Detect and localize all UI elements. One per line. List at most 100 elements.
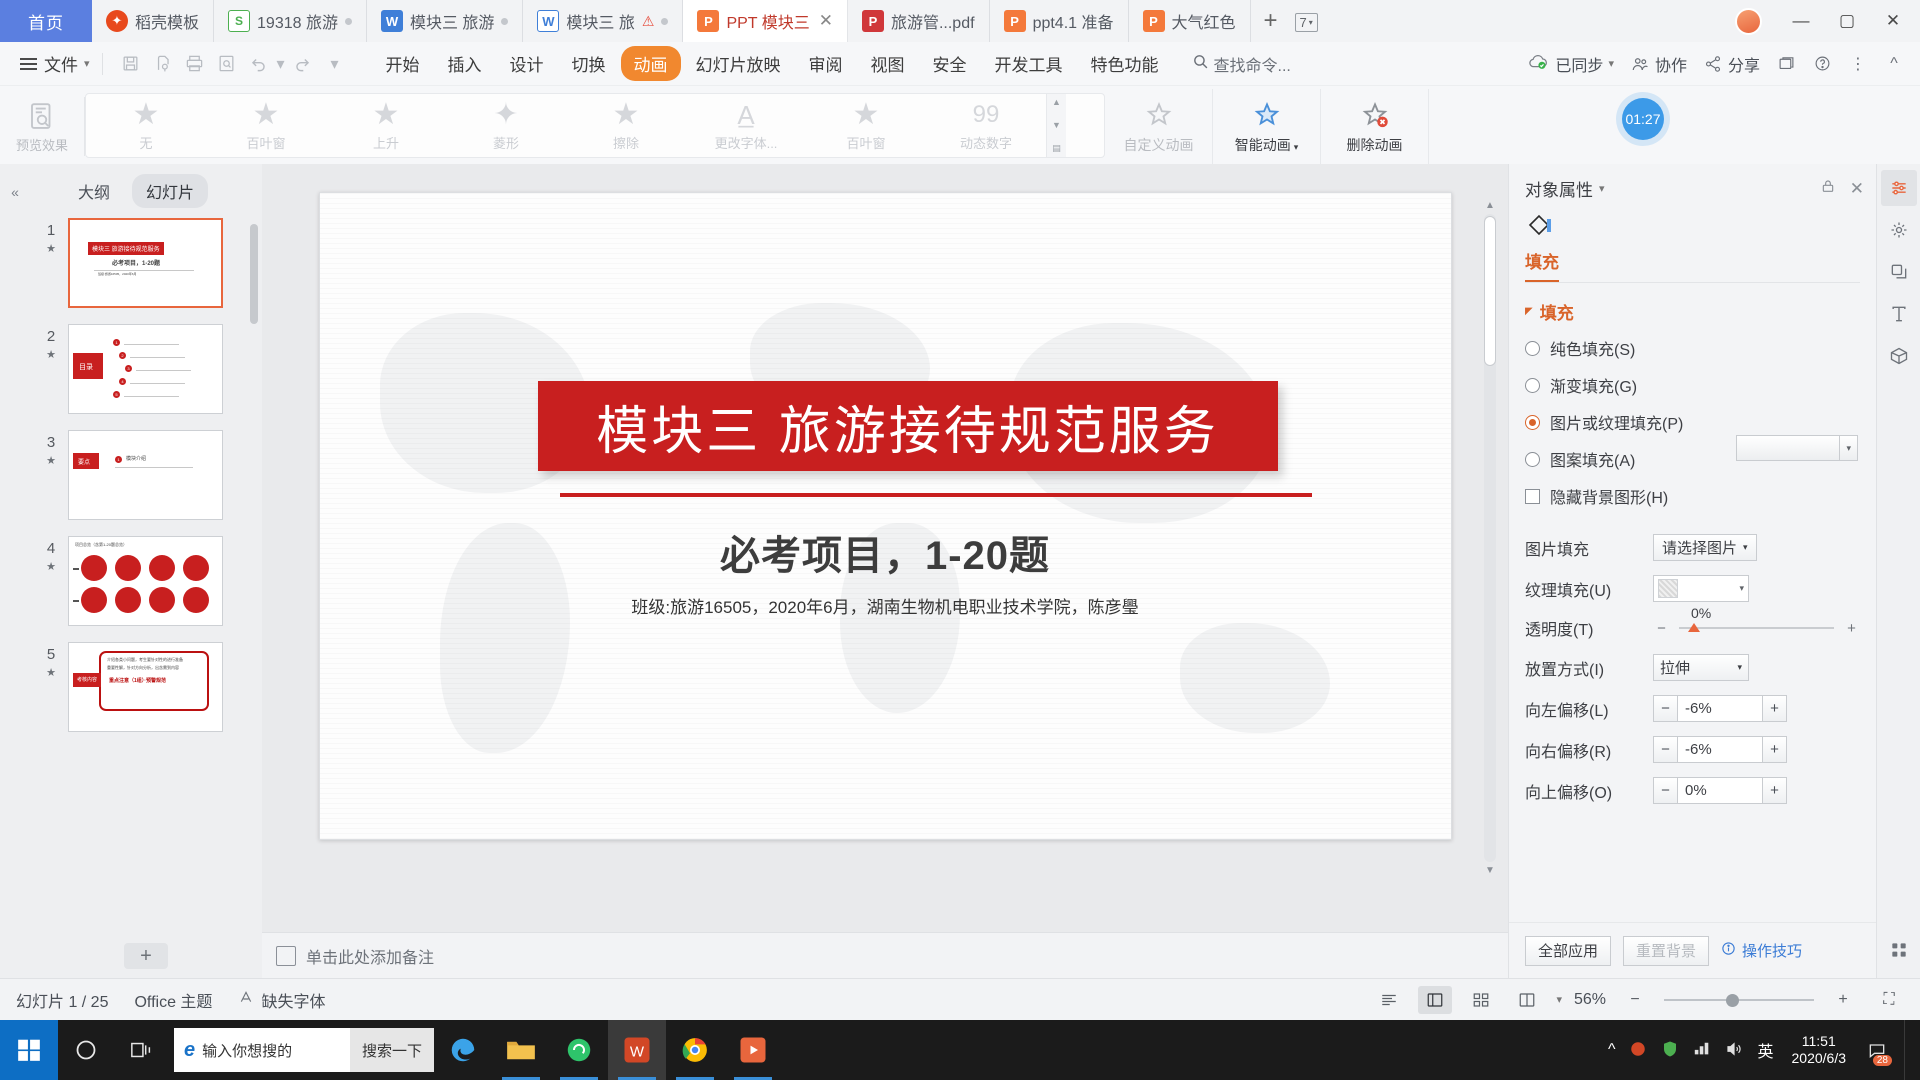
increase-icon[interactable]: + [1843, 620, 1860, 637]
slide-thumbnail-2[interactable]: 目录 1 2 3 4 5 [68, 324, 223, 414]
find-command-button[interactable]: 查找命令... [1192, 52, 1291, 76]
help-icon[interactable] [1812, 54, 1832, 74]
slide-thumbnail-1[interactable]: 模块三 旅游接待规范服务 必考项目，1-20题 班级:旅游16505，2020年… [68, 218, 223, 308]
avatar[interactable] [1735, 7, 1762, 35]
gallery-more-icon[interactable]: ▤ [1052, 143, 1061, 154]
scroll-down-icon[interactable]: ▼ [1485, 865, 1495, 876]
scroll-down-icon[interactable]: ▼ [1052, 120, 1061, 130]
slide-canvas-area[interactable]: 模块三 旅游接待规范服务 必考项目，1-20题 班级:旅游16505，2020年… [262, 164, 1508, 932]
collapse-ribbon-icon[interactable]: ^ [1884, 54, 1904, 74]
notes-view-icon[interactable] [1510, 986, 1544, 1014]
slider-knob[interactable] [1726, 993, 1739, 1007]
menu-hamburger-icon[interactable] [20, 57, 37, 70]
shapes-3d-icon[interactable] [1881, 338, 1917, 374]
option-gradient-fill[interactable]: 渐变填充(G) [1525, 373, 1860, 397]
file-menu-button[interactable]: 文件 ▾ [44, 51, 90, 76]
new-tab-button[interactable]: + [1251, 0, 1291, 42]
lock-icon[interactable] [1820, 178, 1836, 199]
taskbar-wps-icon[interactable]: W [608, 1020, 666, 1080]
tray-network-icon[interactable] [1693, 1041, 1711, 1060]
grid-apps-icon[interactable] [1881, 932, 1917, 968]
offset-right-input[interactable]: -6% [1678, 736, 1762, 763]
animation-item-rise[interactable]: ★ 上升 [326, 94, 446, 157]
zoom-in-button[interactable]: + [1826, 986, 1860, 1014]
redo-icon[interactable] [287, 48, 319, 80]
choose-picture-button[interactable]: 请选择图片 ▾ [1653, 534, 1757, 561]
share-button[interactable]: 分享 [1703, 52, 1760, 76]
animation-gallery[interactable]: ★ 无 ★ 百叶窗 ★ 上升 ✦ 菱形 ★ 擦除 A̲ 更改字体... ★ 百叶… [85, 93, 1105, 158]
scroll-up-icon[interactable]: ▲ [1485, 200, 1495, 211]
texture-picker[interactable]: ▾ [1653, 575, 1749, 602]
thumbnail-list[interactable]: 1 ★ 模块三 旅游接待规范服务 必考项目，1-20题 班级:旅游16505，20… [30, 218, 262, 934]
option-picture-texture-fill[interactable]: 图片或纹理填充(P) [1525, 410, 1860, 434]
close-window-button[interactable]: ✕ [1870, 0, 1916, 42]
cortana-icon[interactable] [58, 1020, 114, 1080]
ribbon-tab-transition[interactable]: 切换 [559, 46, 619, 81]
taskbar-media-player-icon[interactable] [724, 1020, 782, 1080]
smart-animation-button[interactable]: 智能动画 ▾ [1213, 89, 1321, 164]
search-input[interactable]: e 输入你想搜的 搜索一下 [174, 1028, 434, 1072]
show-hidden-icons-icon[interactable]: ^ [1608, 1041, 1616, 1059]
offset-top-stepper[interactable]: − 0% + [1653, 777, 1787, 804]
ribbon-tab-animation[interactable]: 动画 [620, 46, 681, 81]
start-icon[interactable] [0, 1020, 58, 1080]
taskbar-chrome-icon[interactable] [666, 1020, 724, 1080]
thumbnail-scrollbar[interactable] [250, 224, 258, 324]
print-icon[interactable] [179, 48, 211, 80]
missing-font-status[interactable]: 缺失字体 [238, 988, 325, 1012]
fill-section-header[interactable]: ◤ 填充 [1525, 299, 1860, 324]
search-button[interactable]: 搜索一下 [349, 1028, 434, 1072]
ribbon-tab-features[interactable]: 特色功能 [1078, 46, 1172, 81]
undo-icon[interactable] [243, 48, 275, 80]
tab-outline[interactable]: 大纲 [64, 174, 124, 208]
tips-link[interactable]: 操作技巧 [1721, 940, 1802, 961]
fit-to-window-icon[interactable]: ⛶ [1872, 986, 1906, 1014]
option-hide-background-graphics[interactable]: 隐藏背景图形(H) [1525, 484, 1860, 508]
increase-icon[interactable]: + [1762, 695, 1787, 722]
document-tab-4[interactable]: P PPT 模块三 ✕ [683, 0, 848, 42]
gallery-scrollbar[interactable]: ▲ ▼ ▤ [1046, 94, 1066, 157]
offset-top-input[interactable]: 0% [1678, 777, 1762, 804]
tab-slides[interactable]: 幻灯片 [132, 174, 209, 208]
list-item[interactable]: 3 ★ 要点 1 模块介绍 [40, 430, 262, 520]
layers-icon[interactable] [1881, 254, 1917, 290]
offset-left-input[interactable]: -6% [1678, 695, 1762, 722]
slide-meta-text[interactable]: 班级:旅游16505，2020年6月，湖南生物机电职业技术学院，陈彦璺 [320, 593, 1451, 618]
animation-item-wipe[interactable]: ★ 擦除 [566, 94, 686, 157]
offset-right-stepper[interactable]: − -6% + [1653, 736, 1787, 763]
list-item[interactable]: 4 ★ 项目总览（含第1-20题总览） [40, 536, 262, 626]
ribbon-tab-devtools[interactable]: 开发工具 [982, 46, 1076, 81]
normal-view-icon[interactable] [1418, 985, 1453, 1014]
show-desktop-button[interactable] [1904, 1020, 1914, 1080]
theme-name[interactable]: Office 主题 [134, 988, 212, 1012]
tab-fill[interactable]: 填充 [1525, 248, 1559, 282]
ribbon-tab-review[interactable]: 审阅 [796, 46, 856, 81]
document-tab-7[interactable]: P 大气红色 [1129, 0, 1251, 42]
ribbon-tab-insert[interactable]: 插入 [435, 46, 495, 81]
ribbon-tab-design[interactable]: 设计 [497, 46, 557, 81]
offset-left-stepper[interactable]: − -6% + [1653, 695, 1787, 722]
properties-icon[interactable] [1880, 170, 1917, 206]
ribbon-tab-start[interactable]: 开始 [373, 46, 433, 81]
document-tab-2[interactable]: W 模块三 旅游 [367, 0, 524, 42]
animation-item-blinds[interactable]: ★ 百叶窗 [206, 94, 326, 157]
ribbon-tab-slideshow[interactable]: 幻灯片放映 [683, 46, 794, 81]
slide-title-shape[interactable]: 模块三 旅游接待规范服务 [537, 381, 1278, 471]
option-solid-fill[interactable]: 纯色填充(S) [1525, 336, 1860, 360]
scrollbar-thumb[interactable] [1484, 216, 1496, 366]
custom-animation-button[interactable]: 自定义动画 [1105, 89, 1213, 164]
chevron-down-icon[interactable]: ▾ [1599, 182, 1605, 195]
slide-thumbnail-4[interactable]: 项目总览（含第1-20题总览） [68, 536, 223, 626]
document-tab-6[interactable]: P ppt4.1 准备 [990, 0, 1129, 42]
view-options-chevron-icon[interactable]: ▾ [1556, 993, 1562, 1006]
close-icon[interactable]: ✕ [819, 11, 833, 31]
close-panel-icon[interactable]: ✕ [1850, 179, 1864, 199]
timer-badge[interactable]: 01:27 [1622, 98, 1664, 140]
slide-thumbnail-5[interactable]: 考核内容 介绍各类小问题，考生要针对性的进行准备 重要性解，针对方向分析，出含需… [68, 642, 223, 732]
taskbar-edge-icon[interactable] [434, 1020, 492, 1080]
animation-item-dynamic-number[interactable]: 99 动态数字 [926, 94, 1046, 157]
slide-counter[interactable]: 幻灯片 1 / 25 [16, 988, 108, 1012]
document-tab-0[interactable]: ✦ 稻壳模板 [92, 0, 215, 42]
home-tab[interactable]: 首页 [0, 0, 92, 42]
animation-item-diamond[interactable]: ✦ 菱形 [446, 94, 566, 157]
